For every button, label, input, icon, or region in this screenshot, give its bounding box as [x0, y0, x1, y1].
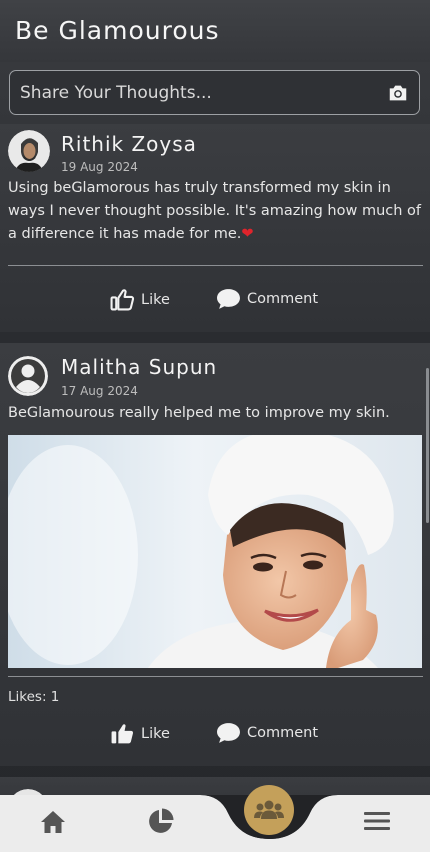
app-title: Be Glamourous: [15, 16, 220, 45]
post-date: 17 Aug 2024: [61, 384, 138, 398]
heart-emoji: ❤: [241, 226, 254, 242]
camera-icon[interactable]: [387, 82, 409, 104]
share-thoughts-input[interactable]: Share Your Thoughts...: [9, 70, 420, 115]
post-author[interactable]: Rithik Zoysa: [61, 132, 197, 156]
community-icon: [254, 800, 284, 819]
comment-label: Comment: [247, 291, 319, 307]
post-text: BeGlamourous really helped me to improve…: [8, 405, 390, 421]
likes-count: Likes: 1: [8, 689, 60, 705]
comment-button[interactable]: Comment: [216, 288, 318, 310]
post-card: Rithik Zoysa 19 Aug 2024 Using beGlamoro…: [0, 124, 430, 332]
post-photo[interactable]: [8, 435, 422, 668]
like-label: Like: [141, 725, 170, 742]
bottom-nav: [0, 795, 430, 852]
pie-chart-icon[interactable]: [147, 808, 174, 835]
post-author[interactable]: Malitha Supun: [61, 355, 217, 379]
community-button[interactable]: [244, 785, 294, 835]
post-text-content: Using beGlamorous has truly transformed …: [8, 180, 422, 242]
comment-bubble-icon: [217, 289, 240, 309]
comment-button[interactable]: Comment: [216, 722, 318, 744]
post-date: 19 Aug 2024: [61, 160, 138, 174]
scrollbar[interactable]: [426, 368, 429, 523]
like-button[interactable]: Like: [110, 722, 170, 745]
app-header: Be Glamourous: [0, 0, 430, 62]
comment-label: Comment: [247, 725, 319, 741]
like-button[interactable]: Like: [110, 288, 170, 311]
avatar[interactable]: [8, 356, 48, 396]
post-text: Using beGlamorous has truly transformed …: [8, 177, 426, 246]
divider: [8, 676, 423, 677]
avatar[interactable]: [8, 130, 50, 172]
home-icon[interactable]: [40, 810, 66, 834]
divider: [8, 265, 423, 266]
comment-bubble-icon: [217, 723, 240, 743]
share-thoughts-placeholder: Share Your Thoughts...: [20, 83, 212, 103]
thumbs-up-icon: [110, 289, 135, 311]
menu-icon[interactable]: [364, 811, 390, 831]
thumbs-up-icon: [111, 724, 134, 744]
post-card: Malitha Supun 17 Aug 2024 BeGlamourous r…: [0, 343, 430, 766]
like-label: Like: [141, 291, 170, 308]
